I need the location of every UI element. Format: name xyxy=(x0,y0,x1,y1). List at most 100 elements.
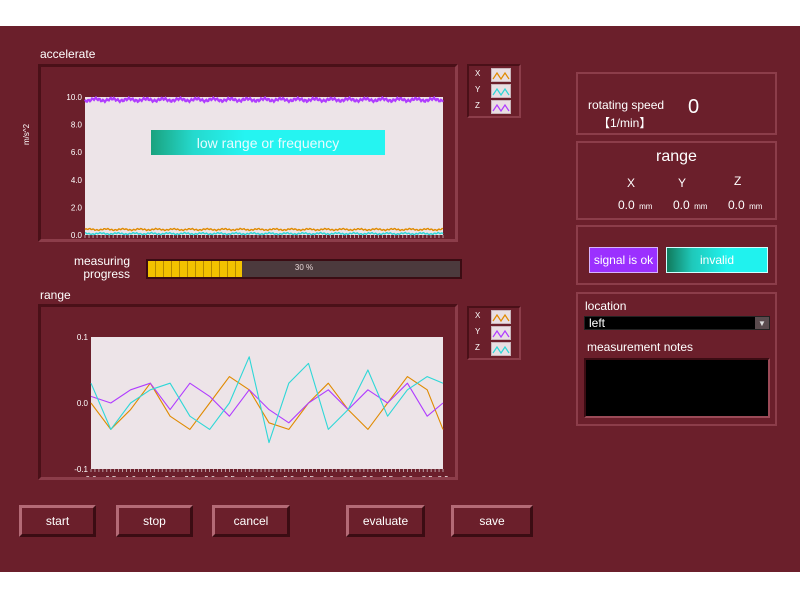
progress-value: 30 % xyxy=(294,263,314,272)
evaluate-button[interactable]: evaluate xyxy=(346,505,425,537)
app-window: accelerate 0.0 0.5 1.0 1.5 2.0 2.5 3.0 3.5 4.0 4.… xyxy=(0,26,800,572)
range-chart-title: range xyxy=(40,288,71,302)
range-legend: X Y Z xyxy=(467,306,521,360)
x-tick-label: 3.5 xyxy=(224,475,236,477)
measurement-notes-label: measurement notes xyxy=(587,340,694,354)
x-tick-label: 2.0 xyxy=(165,475,177,477)
range-readout-title: range xyxy=(656,148,697,165)
accelerate-legend: X Y Z xyxy=(467,64,521,118)
y-tick-label: 6.0 xyxy=(71,148,83,157)
x-tick-label: 0.0 xyxy=(85,475,97,477)
legend-name: Y xyxy=(475,327,481,336)
save-button[interactable]: save xyxy=(451,505,533,537)
y-tick-label: 0.0 xyxy=(71,231,83,239)
legend-row-z: Z xyxy=(473,342,513,356)
x-tick-label: 4.0 xyxy=(244,475,256,477)
legend-row-y: Y xyxy=(473,326,513,340)
wave-icon[interactable] xyxy=(491,100,511,114)
x-tick-label: 0.5 xyxy=(105,475,117,477)
x-tick-label: 8.0 xyxy=(402,475,414,477)
wave-icon[interactable] xyxy=(491,310,511,324)
x-tick-label: 5.0 xyxy=(283,475,295,477)
x-tick-label: 3.0 xyxy=(204,475,216,477)
wave-icon[interactable] xyxy=(491,68,511,82)
rotating-speed-label: rotating speed xyxy=(588,98,665,112)
cancel-button-label: cancel xyxy=(233,514,269,528)
range-y-value: 0.0 mm xyxy=(673,196,707,214)
location-label: location xyxy=(585,299,627,313)
save-button-label: save xyxy=(479,514,505,528)
plot-area xyxy=(85,97,443,235)
rotating-speed-unit: 【1/min】 xyxy=(598,116,652,130)
legend-name: Z xyxy=(475,343,480,352)
signal-ok-indicator: signal is ok xyxy=(589,247,658,273)
legend-row-x: X xyxy=(473,310,513,324)
legend-name: X xyxy=(475,69,481,78)
wave-icon[interactable] xyxy=(491,326,511,340)
range-chart: 0.0 0.5 1.0 1.5 2.0 2.5 3.0 3.5 4.0 4.5 5.0 5.5 6.0 6… xyxy=(74,333,449,477)
y-tick-label: 4.0 xyxy=(71,176,83,185)
x-tick-label: 6.0 xyxy=(323,475,335,477)
x-tick-label: 7.5 xyxy=(382,475,394,477)
location-select[interactable]: left ▼ xyxy=(584,316,770,330)
evaluate-button-label: evaluate xyxy=(362,514,409,528)
x-minor-ticks xyxy=(84,235,444,238)
invalid-text: invalid xyxy=(699,253,735,267)
legend-name: X xyxy=(475,311,481,320)
low-range-warning: low range or frequency xyxy=(151,130,385,155)
range-y-label: Y xyxy=(678,176,687,190)
x-tick-label: 2.5 xyxy=(184,475,196,477)
accelerate-title: accelerate xyxy=(40,47,96,61)
x-tick-label: 8.5 xyxy=(422,475,434,477)
measuring-progress-bar: 30 % xyxy=(146,259,462,279)
x-tick-label: 1.0 xyxy=(125,475,137,477)
location-selected-value: left xyxy=(589,316,606,330)
range-z-value: 0.0 mm xyxy=(728,196,762,214)
rotating-speed-panel: rotating speed 【1/min】 0 xyxy=(576,72,777,135)
x-tick-label: 7.0 xyxy=(362,475,374,477)
wave-icon[interactable] xyxy=(491,342,511,356)
legend-row-y: Y xyxy=(473,84,513,98)
y-tick-label: 10.0 xyxy=(66,93,82,102)
legend-row-x: X xyxy=(473,68,513,82)
start-button[interactable]: start xyxy=(19,505,96,537)
range-z-label: Z xyxy=(734,174,742,188)
range-y-number: 0.0 xyxy=(673,198,690,212)
y-tick-label: 8.0 xyxy=(71,121,83,130)
stop-button-label: stop xyxy=(143,514,166,528)
legend-row-z: Z xyxy=(473,100,513,114)
y-tick-label: 0.0 xyxy=(77,399,89,408)
y-tick-label: -0.1 xyxy=(74,465,88,474)
range-y-unit: mm xyxy=(694,202,708,211)
stop-button[interactable]: stop xyxy=(116,505,193,537)
range-z-unit: mm xyxy=(749,202,763,211)
range-x-number: 0.0 xyxy=(618,198,635,212)
accelerate-y-unit: m/s^2 xyxy=(22,124,31,145)
rotating-speed-value: 0 xyxy=(688,96,700,118)
start-button-label: start xyxy=(45,514,70,528)
measurement-notes-field[interactable] xyxy=(584,358,770,418)
range-x-unit: mm xyxy=(639,202,653,211)
range-z-number: 0.0 xyxy=(728,198,745,212)
y-tick-label: 0.1 xyxy=(77,333,89,342)
x-tick-label: 5.5 xyxy=(303,475,315,477)
accelerate-y-unit-text: m/s^2 xyxy=(22,123,31,145)
triangle-down-icon[interactable]: ▼ xyxy=(755,317,769,329)
legend-name: Y xyxy=(475,85,481,94)
y-tick-label: 2.0 xyxy=(71,203,83,212)
invalid-indicator: invalid xyxy=(666,247,768,273)
x-tick-label: 6.5 xyxy=(343,475,355,477)
legend-name: Z xyxy=(475,101,480,110)
x-tick-label: 8.9 xyxy=(437,475,449,477)
x-minor-ticks xyxy=(90,469,444,472)
plot-area xyxy=(91,337,443,469)
x-tick-label: 4.5 xyxy=(263,475,275,477)
progress-label-line2: progress xyxy=(83,267,131,281)
cancel-button[interactable]: cancel xyxy=(212,505,290,537)
low-range-warning-text: low range or frequency xyxy=(196,134,340,151)
x-tick-label: 1.5 xyxy=(145,475,157,477)
range-readout-panel: range X Y Z 0.0 mm 0.0 mm 0.0 mm xyxy=(576,141,777,220)
wave-icon[interactable] xyxy=(491,84,511,98)
range-chart-frame: 0.0 0.5 1.0 1.5 2.0 2.5 3.0 3.5 4.0 4.5 5.0 5.5 6.0 6… xyxy=(38,304,458,480)
signal-ok-text: signal is ok xyxy=(593,253,654,267)
